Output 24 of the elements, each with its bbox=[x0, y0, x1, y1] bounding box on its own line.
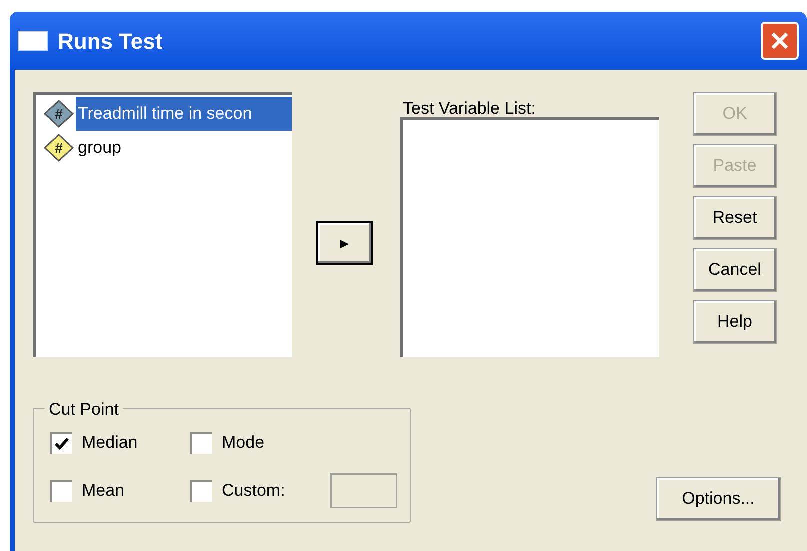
dialog-button[interactable]: Cancel bbox=[693, 248, 777, 292]
variable-item[interactable]: group bbox=[76, 131, 292, 165]
variable-type-icon: # bbox=[42, 133, 76, 163]
checkbox-label: Mode bbox=[222, 432, 265, 454]
list-label: Test Variable List: bbox=[403, 98, 536, 120]
test-variable-list[interactable] bbox=[400, 117, 659, 357]
dialog-button[interactable]: Reset bbox=[693, 196, 777, 240]
checkbox-label: Mean bbox=[82, 480, 125, 502]
checkbox-label: Median bbox=[82, 432, 138, 454]
close-button[interactable] bbox=[761, 22, 799, 60]
checkbox-label: Custom: bbox=[222, 480, 286, 502]
checkbox[interactable] bbox=[190, 432, 212, 454]
window-icon bbox=[18, 31, 48, 51]
move-button[interactable]: ▸ bbox=[316, 221, 373, 265]
checkbox[interactable] bbox=[50, 432, 72, 454]
variable-type-icon: # bbox=[42, 99, 76, 129]
variable-list[interactable]: # Treadmill time in secon # group bbox=[33, 92, 292, 357]
variable-item[interactable]: Treadmill time in secon bbox=[76, 97, 292, 131]
window-title: Runs Test bbox=[58, 28, 163, 56]
options-button[interactable]: Options... bbox=[656, 477, 781, 521]
checkbox[interactable] bbox=[190, 480, 212, 502]
checkbox[interactable] bbox=[50, 480, 72, 502]
close-icon bbox=[769, 30, 791, 52]
dialog-button[interactable]: Help bbox=[693, 300, 777, 344]
